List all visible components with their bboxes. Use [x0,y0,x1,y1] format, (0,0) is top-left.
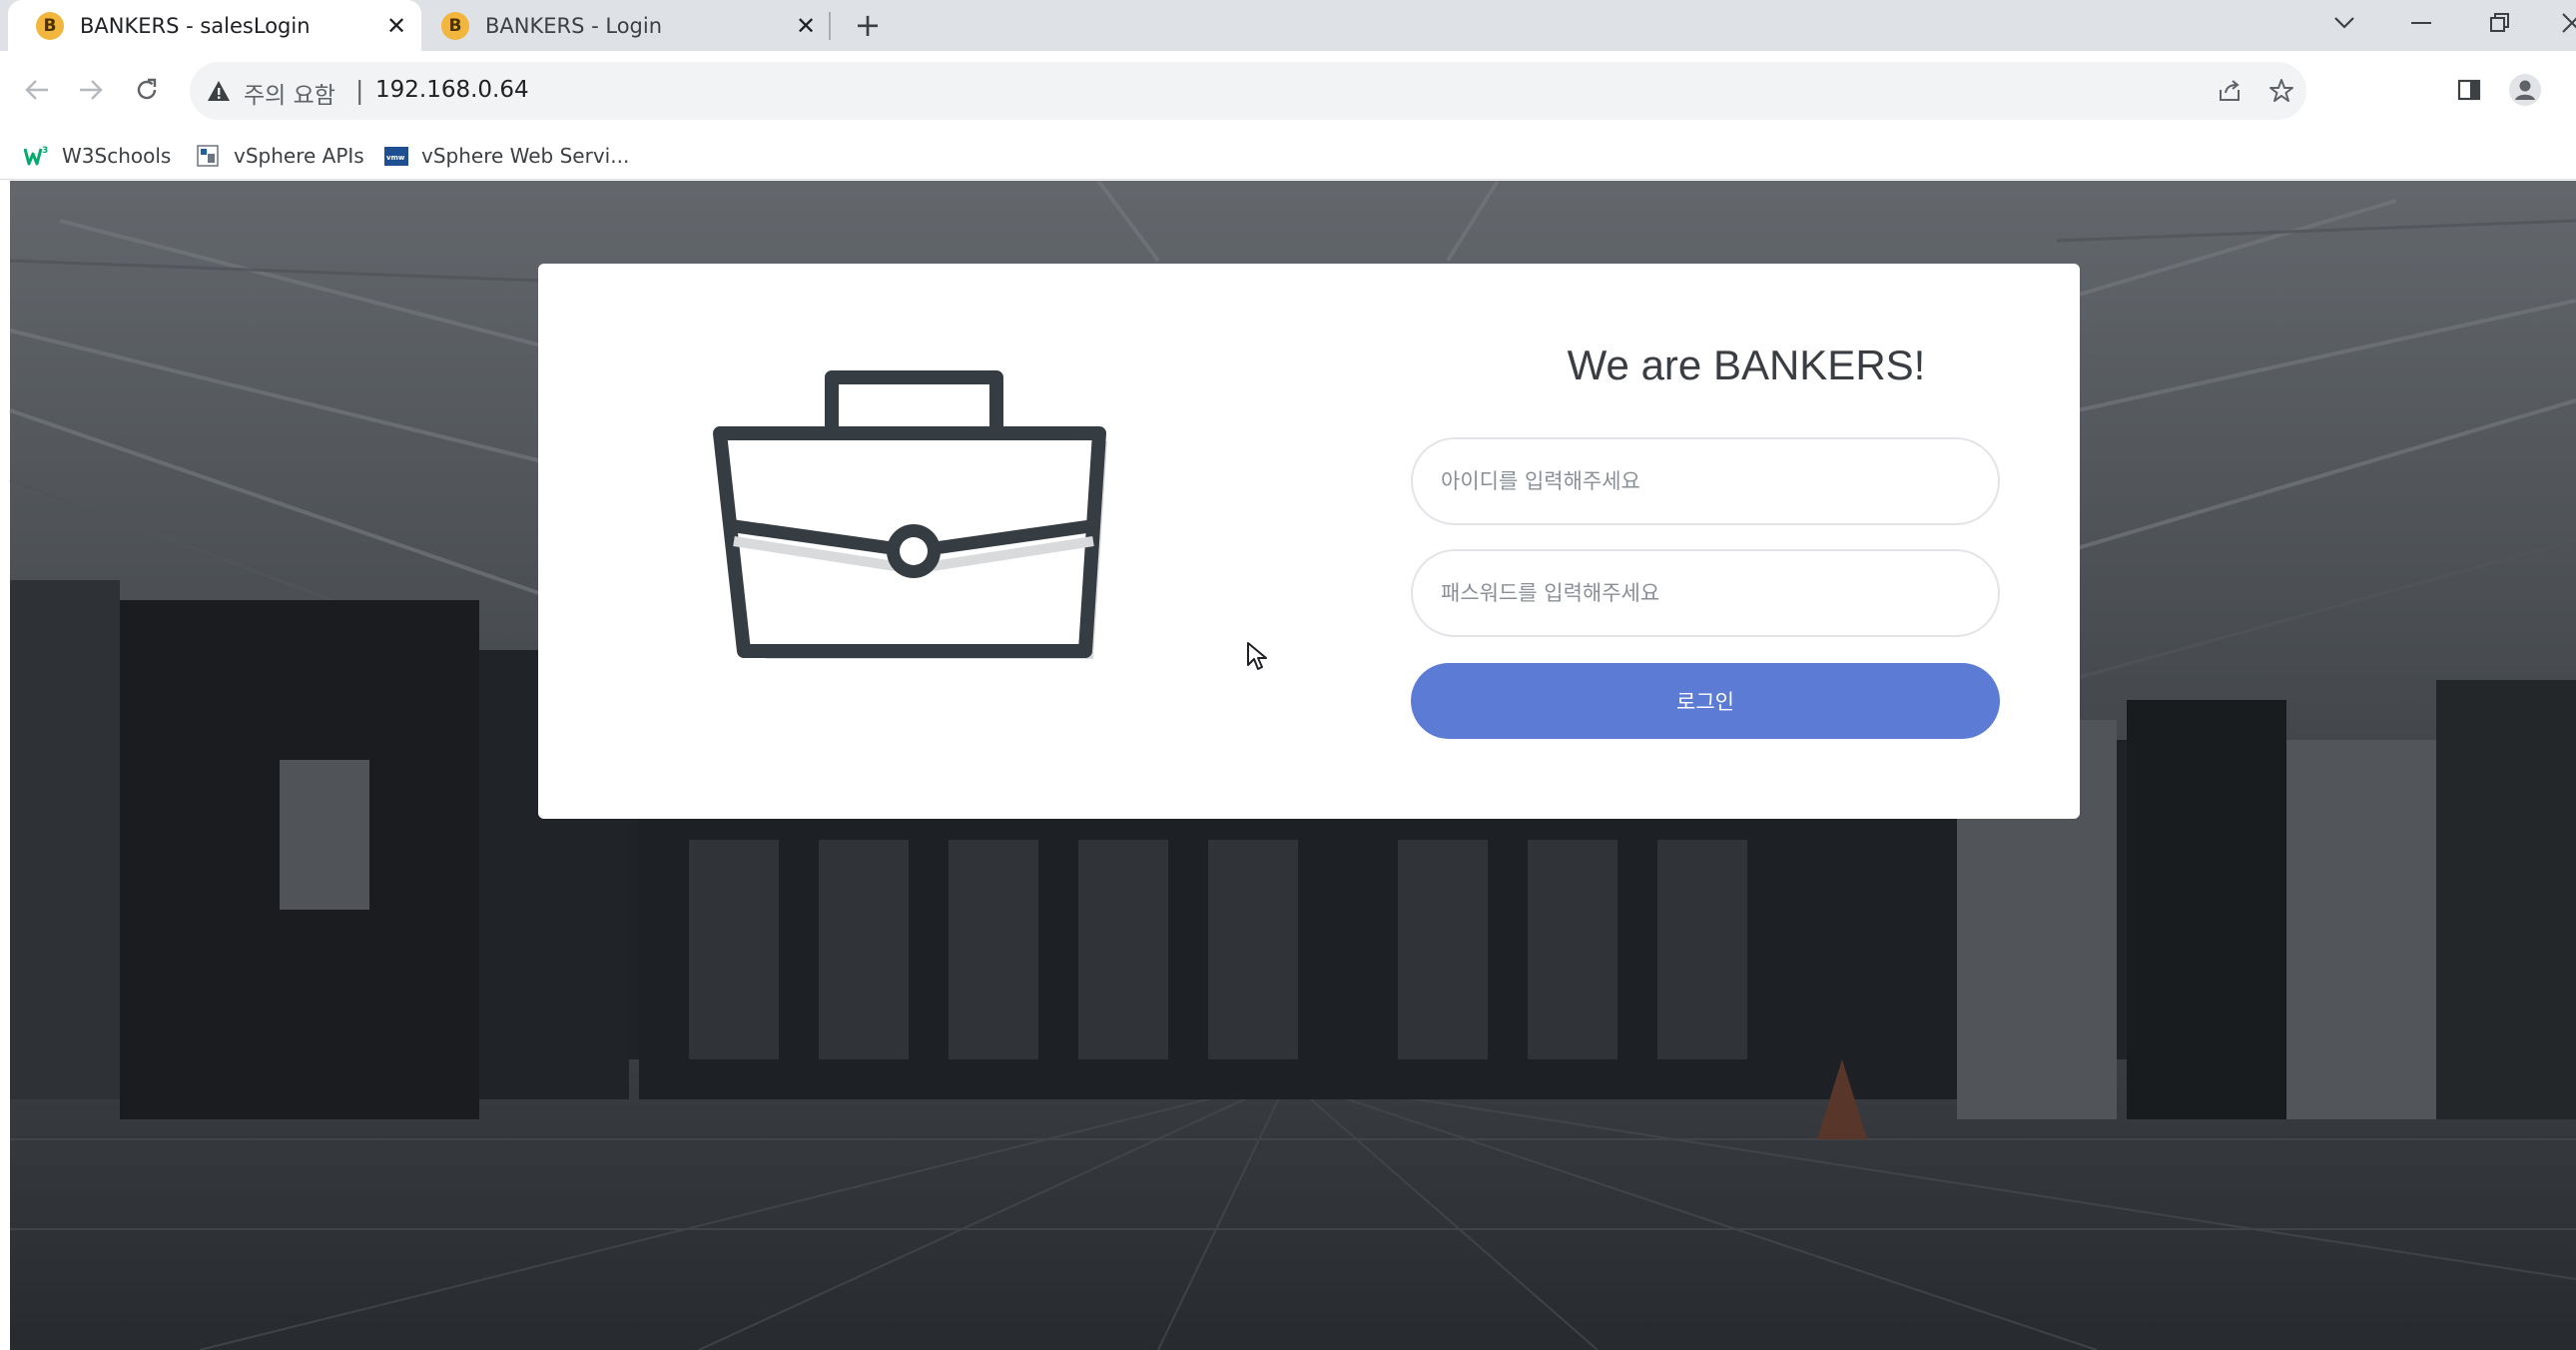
tab-strip: B BANKERS - salesLogin ✕ B BANKERS - Log… [0,0,2576,51]
new-tab-button[interactable]: + [849,6,887,44]
url-separator: | [355,76,364,105]
w3schools-icon: 3 [24,146,48,166]
page-viewport: We are BANKERS! 로그인 [0,181,2576,1350]
minimize-icon[interactable] [2394,0,2450,46]
reload-icon [137,78,157,100]
tab-login[interactable]: B BANKERS - Login ✕ [429,0,831,51]
login-button[interactable]: 로그인 [1411,663,2000,739]
bookmarks-bar: 3 W3Schools vSphere APIs vmw vSphere Web… [0,131,2576,180]
bookmark-vsphere-apis[interactable]: vSphere APIs [196,139,364,173]
briefcase-icon [713,370,1107,659]
tab-sales-login[interactable]: B BANKERS - salesLogin ✕ [8,0,421,51]
password-input[interactable] [1411,549,2000,637]
back-arrow-icon [25,80,48,100]
tab-search-icon[interactable] [2316,0,2372,46]
warning-icon[interactable] [206,78,232,104]
restore-icon[interactable] [2472,0,2528,46]
id-input[interactable] [1411,437,2000,525]
svg-text:vmw: vmw [386,154,405,162]
vsphere-icon [197,145,219,167]
forward-arrow-icon [80,80,103,100]
side-panel-icon[interactable] [2446,67,2492,113]
mouse-cursor-icon [1247,642,1267,670]
reload-button[interactable] [124,67,170,113]
profile-avatar-icon[interactable] [2502,67,2548,113]
tab-title: BANKERS - Login [485,13,663,38]
forward-button[interactable] [68,67,114,113]
bookmark-label: W3Schools [62,144,172,168]
security-warning-label[interactable]: 주의 요함 [244,76,335,110]
tab-close-icon[interactable]: ✕ [381,11,411,41]
bookmark-vsphere-web-services[interactable]: vmw vSphere Web Servi... [383,139,629,173]
bookmark-w3schools[interactable]: 3 W3Schools [24,139,171,173]
tab-close-icon[interactable]: ✕ [791,11,821,41]
bookmark-label: vSphere APIs [234,144,364,168]
address-bar[interactable]: 주의 요함 | 192.168.0.64 [190,62,2306,120]
login-title: We are BANKERS! [1567,341,1926,388]
bookmark-label: vSphere Web Servi... [421,144,630,168]
tab-title: BANKERS - salesLogin [80,13,311,38]
bankers-favicon-icon: B [36,11,64,40]
browser-toolbar: 주의 요함 | 192.168.0.64 [0,51,2576,131]
share-icon[interactable] [2215,76,2245,106]
tab-separator [829,12,831,40]
window-close-icon[interactable] [2544,0,2576,46]
url-text[interactable]: 192.168.0.64 [375,77,529,103]
login-card: We are BANKERS! 로그인 [538,264,2080,819]
bankers-favicon-icon: B [441,11,469,40]
svg-text:3: 3 [42,146,48,156]
vmware-icon: vmw [384,147,408,166]
back-button[interactable] [14,67,60,113]
bookmark-star-icon[interactable] [2266,76,2296,106]
